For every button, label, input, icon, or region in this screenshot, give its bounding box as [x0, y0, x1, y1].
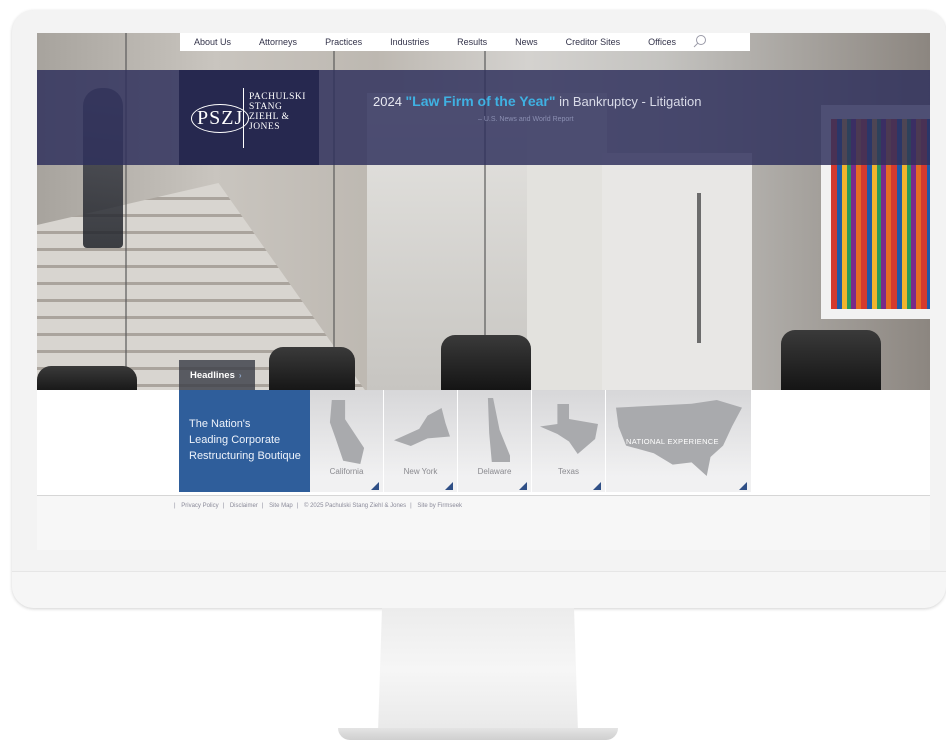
logo-divider	[243, 88, 244, 148]
tile-national-experience[interactable]: NATIONAL EXPERIENCE	[606, 390, 752, 492]
nav-creditor-sites[interactable]: Creditor Sites	[552, 37, 635, 47]
corner-arrow-icon	[739, 482, 747, 490]
tagline-box: The Nation's Leading Corporate Restructu…	[179, 390, 310, 492]
tile-new-york[interactable]: New York	[384, 390, 458, 492]
door	[602, 153, 752, 390]
tagline: The Nation's Leading Corporate Restructu…	[189, 418, 301, 462]
chair	[441, 335, 531, 390]
award-source: – U.S. News and World Report	[478, 116, 574, 123]
website-screen: About Us Attorneys Practices Industries …	[37, 33, 930, 550]
tile-delaware[interactable]: Delaware	[458, 390, 532, 492]
nav-news[interactable]: News	[501, 37, 552, 47]
tile-california[interactable]: California	[310, 390, 384, 492]
corner-arrow-icon	[371, 482, 379, 490]
texas-map-icon	[540, 404, 598, 454]
california-map-icon	[329, 400, 365, 464]
nav-offices[interactable]: Offices	[634, 37, 690, 47]
tile-texas[interactable]: Texas	[532, 390, 606, 492]
nav-practices[interactable]: Practices	[311, 37, 376, 47]
chevron-right-icon: ›	[238, 370, 242, 380]
nav-attorneys[interactable]: Attorneys	[245, 37, 311, 47]
footer-links: | Privacy Policy | Disclaimer | Site Map | …	[174, 503, 463, 509]
delaware-map-icon	[487, 398, 510, 462]
footer-site-by[interactable]: Site by Firmseek	[417, 503, 462, 509]
chair	[37, 366, 137, 390]
footer-site-map[interactable]: Site Map	[269, 503, 293, 509]
divider	[37, 495, 930, 496]
monitor-stand	[378, 608, 578, 732]
chair	[269, 347, 355, 390]
monitor-chin	[12, 571, 946, 608]
corner-arrow-icon	[445, 482, 453, 490]
top-nav: About Us Attorneys Practices Industries …	[180, 33, 750, 51]
monitor-frame: About Us Attorneys Practices Industries …	[12, 10, 946, 608]
monitor-stand-base	[338, 728, 618, 740]
award-headline: 2024 "Law Firm of the Year" in Bankruptc…	[373, 93, 702, 109]
logo-name: PACHULSKI STANG ZIEHL & JONES	[249, 92, 306, 132]
firm-logo[interactable]: PSZJ PACHULSKI STANG ZIEHL & JONES	[179, 70, 319, 165]
new-york-map-icon	[394, 408, 450, 446]
headlines-tab[interactable]: Headlines ›	[179, 360, 255, 390]
footer-disclaimer[interactable]: Disclaimer	[230, 503, 258, 509]
nav-about-us[interactable]: About Us	[180, 37, 245, 47]
corner-arrow-icon	[593, 482, 601, 490]
search-icon[interactable]	[692, 34, 708, 50]
chair	[781, 330, 881, 390]
nav-results[interactable]: Results	[443, 37, 501, 47]
corner-arrow-icon	[519, 482, 527, 490]
logo-monogram: PSZJ	[191, 104, 250, 133]
footer-privacy-policy[interactable]: Privacy Policy	[181, 503, 218, 509]
footer-copyright: © 2025 Pachulski Stang Ziehl & Jones	[303, 503, 407, 509]
nav-industries[interactable]: Industries	[376, 37, 443, 47]
